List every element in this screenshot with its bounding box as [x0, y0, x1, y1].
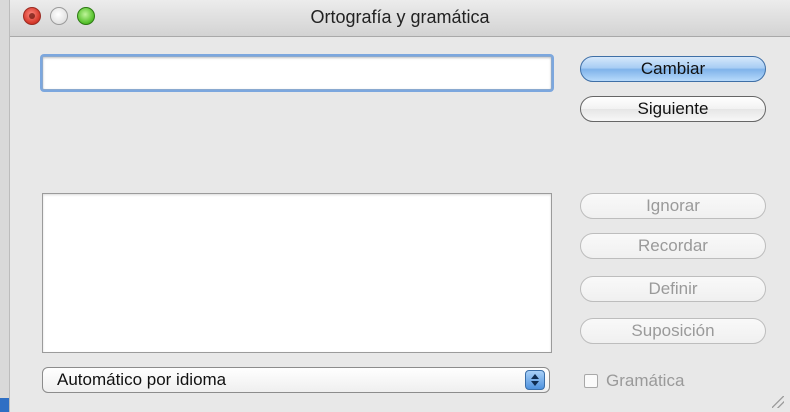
remember-button[interactable]: Recordar — [580, 233, 766, 259]
grammar-checkbox-label: Gramática — [606, 371, 685, 390]
window-title: Ortografía y gramática — [310, 7, 490, 27]
grammar-checkbox-row[interactable]: Gramática — [584, 371, 684, 391]
word-input[interactable] — [43, 57, 551, 89]
select-arrows-icon — [525, 370, 545, 390]
guess-button[interactable]: Suposición — [580, 318, 766, 344]
grammar-checkbox[interactable] — [584, 374, 598, 388]
language-select[interactable]: Automático por idioma — [42, 367, 550, 393]
define-button[interactable]: Definir — [580, 276, 766, 302]
change-button[interactable]: Cambiar — [580, 56, 766, 82]
word-field[interactable] — [42, 56, 552, 90]
resize-grip-icon[interactable] — [772, 396, 784, 408]
ignore-button[interactable]: Ignorar — [580, 193, 766, 219]
spelling-grammar-window: Ortografía y gramática Cambiar Siguiente… — [10, 0, 790, 412]
next-button[interactable]: Siguiente — [580, 96, 766, 122]
suggestions-list[interactable] — [42, 193, 552, 353]
title-bar: Ortografía y gramática — [10, 0, 790, 37]
background-window-edge — [0, 398, 10, 412]
language-select-value: Automático por idioma — [57, 370, 227, 389]
